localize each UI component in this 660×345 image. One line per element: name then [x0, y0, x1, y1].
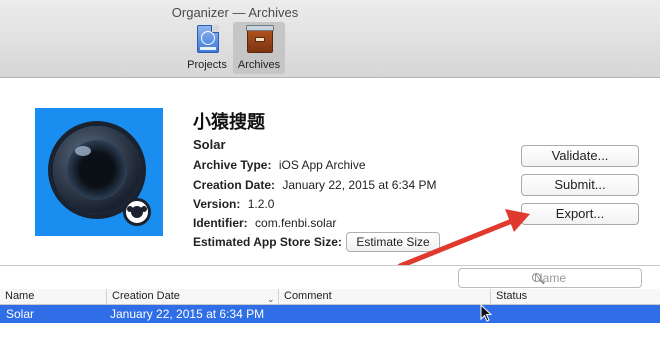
row-creation-date: January 22, 2015 at 6:34 PM: [110, 307, 265, 321]
search-icon: [532, 273, 541, 282]
table-row[interactable]: Solar January 22, 2015 at 6:34 PM: [0, 305, 660, 323]
column-header-name[interactable]: Name: [0, 289, 106, 305]
row-name: Solar: [6, 307, 35, 321]
column-header-creation-date[interactable]: Creation Date ⌄: [106, 289, 278, 305]
column-header-creation-date-label: Creation Date: [112, 290, 180, 302]
mouse-cursor-icon: [480, 304, 492, 322]
search-field[interactable]: Name: [458, 268, 642, 288]
column-header-status[interactable]: Status: [490, 289, 660, 305]
column-header-comment[interactable]: Comment: [278, 289, 490, 305]
table-header: Name Creation Date ⌄ Comment Status: [0, 289, 660, 305]
